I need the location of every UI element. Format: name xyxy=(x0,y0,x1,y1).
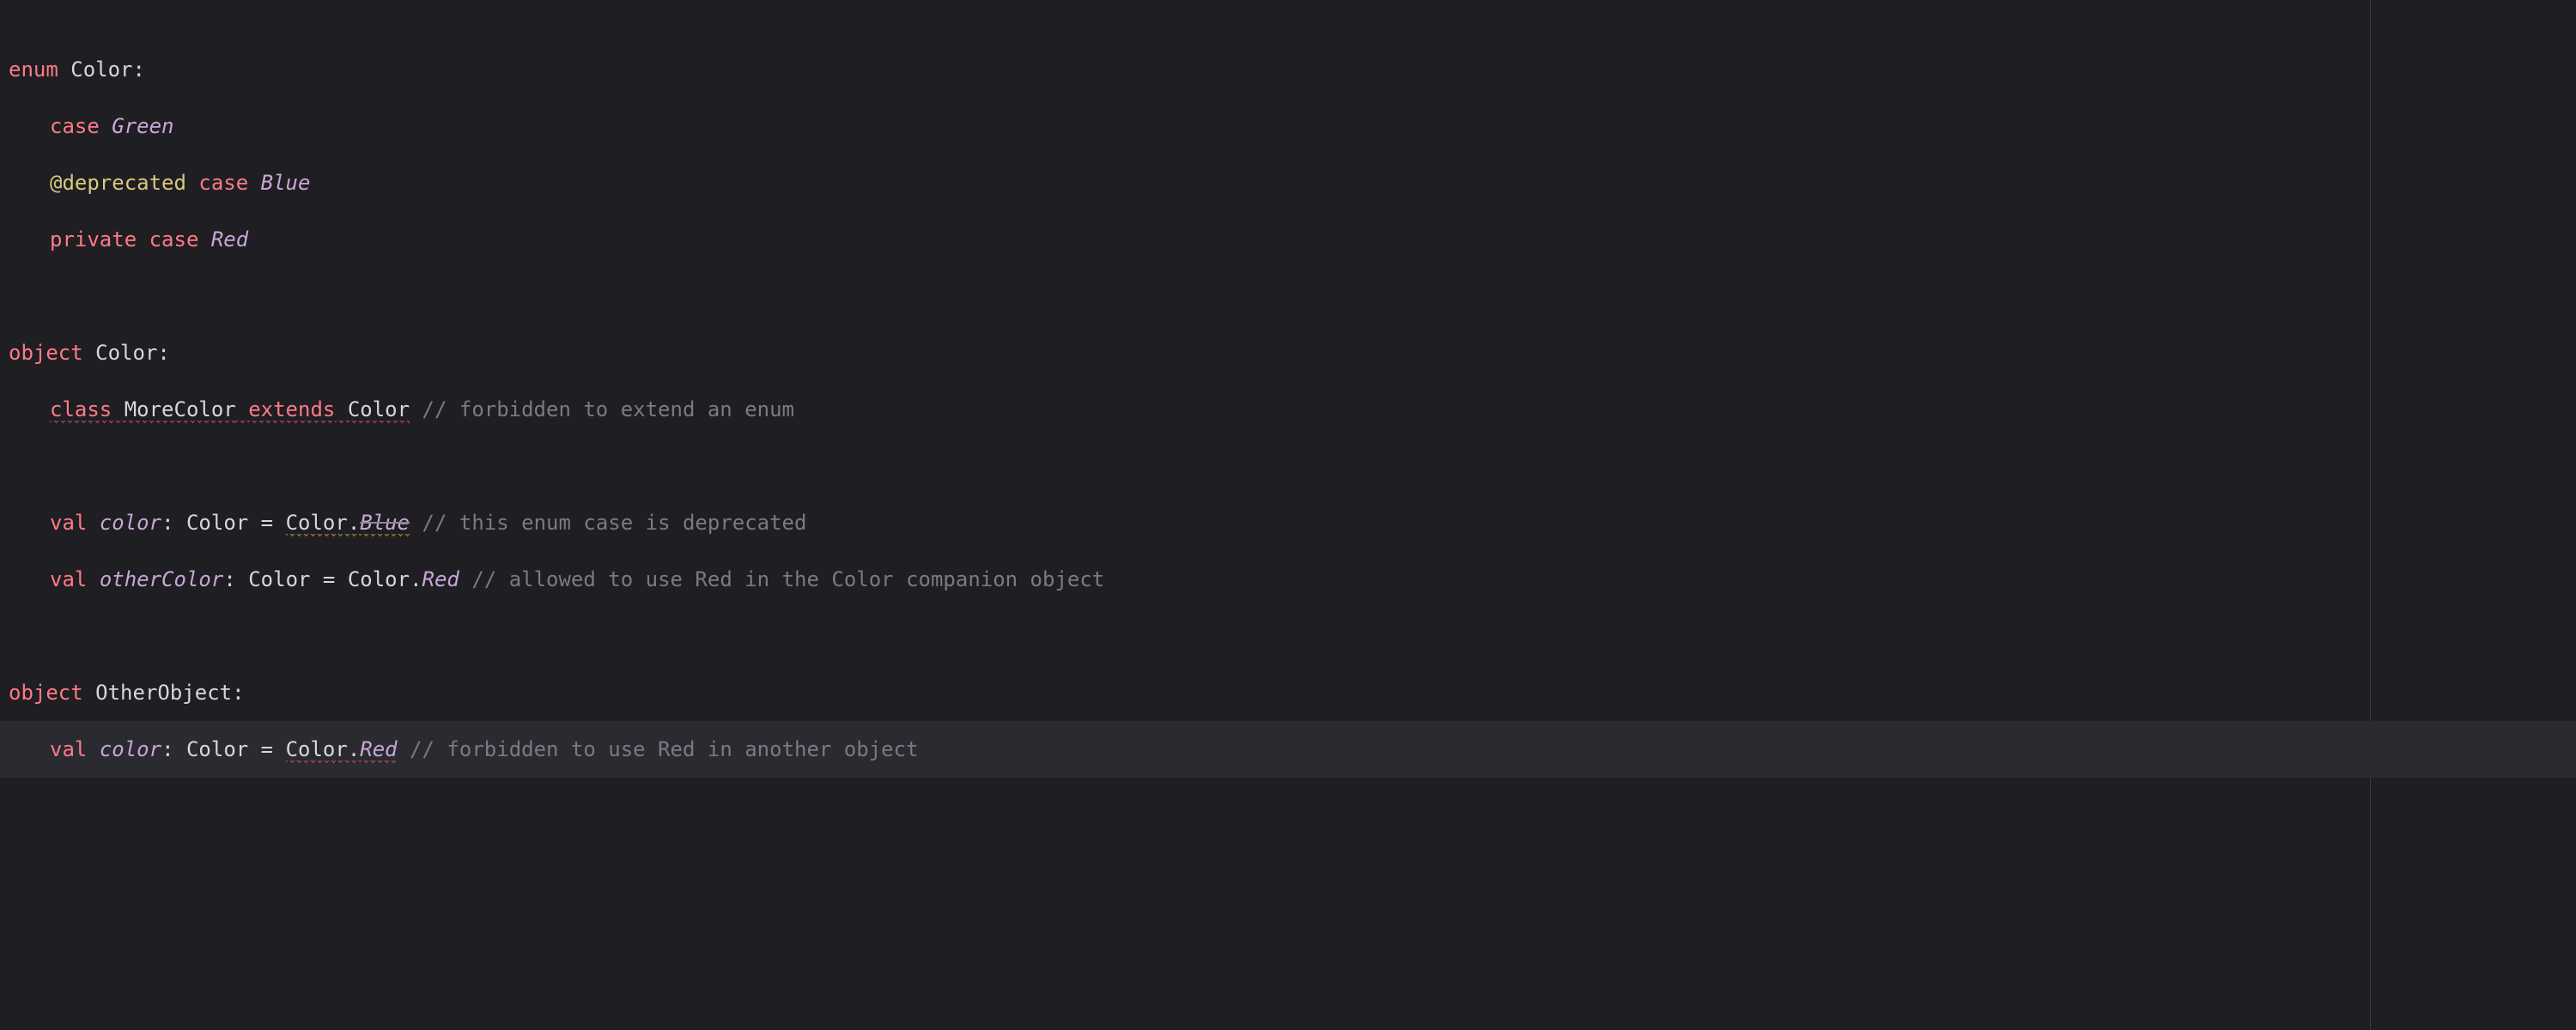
space xyxy=(87,567,99,591)
space xyxy=(87,511,99,535)
space xyxy=(248,737,260,761)
code-line-blank[interactable] xyxy=(0,608,2576,664)
space xyxy=(236,567,248,591)
space xyxy=(100,114,112,138)
enum-ref-error: Red xyxy=(360,737,397,764)
enum-case: Red xyxy=(211,227,248,251)
space xyxy=(273,511,285,535)
enum-ref-deprecated: Blue xyxy=(360,511,410,537)
enum-ref: Red xyxy=(422,567,459,591)
code-line[interactable]: val color: Color = Color.Blue // this en… xyxy=(0,494,2576,551)
colon: : xyxy=(157,341,169,365)
colon: : xyxy=(133,58,145,82)
space-error xyxy=(335,397,347,424)
val-name: otherColor xyxy=(100,567,224,591)
space xyxy=(459,567,471,591)
code-line-current[interactable]: val color: Color = Color.Red // forbidde… xyxy=(0,721,2576,778)
code-line[interactable]: @deprecated case Blue xyxy=(0,154,2576,211)
space xyxy=(398,737,410,761)
code-line[interactable]: case Green xyxy=(0,98,2576,154)
space xyxy=(198,227,210,251)
space xyxy=(137,227,149,251)
code-line-blank[interactable] xyxy=(0,438,2576,494)
type-ref: Color xyxy=(186,737,248,761)
code-line[interactable]: val otherColor: Color = Color.Red // all… xyxy=(0,551,2576,608)
keyword-private: private xyxy=(50,227,137,251)
colon: : xyxy=(223,567,235,591)
keyword-extends-error: extends xyxy=(248,397,335,424)
keyword-object: object xyxy=(9,341,83,365)
space xyxy=(310,567,322,591)
space xyxy=(174,511,186,535)
qualifier: Color xyxy=(348,567,410,591)
type-name: OtherObject xyxy=(95,681,232,705)
colon: : xyxy=(161,737,173,761)
dot-error: . xyxy=(348,737,360,764)
dot-warn: . xyxy=(348,511,360,537)
annotation-deprecated: @deprecated xyxy=(50,171,186,195)
keyword-val: val xyxy=(50,511,87,535)
space-error xyxy=(236,397,248,424)
code-line[interactable]: class MoreColor extends Color // forbidd… xyxy=(0,381,2576,438)
space xyxy=(335,567,347,591)
keyword-val: val xyxy=(50,737,87,761)
type-name: Color xyxy=(95,341,157,365)
space xyxy=(248,171,260,195)
colon: : xyxy=(161,511,173,535)
code-editor[interactable]: enum Color: case Green @deprecated case … xyxy=(0,0,2576,1030)
equals: = xyxy=(323,567,335,591)
code-line[interactable]: private case Red xyxy=(0,211,2576,268)
val-name: color xyxy=(100,737,161,761)
enum-case: Green xyxy=(112,114,173,138)
space xyxy=(410,397,422,421)
val-name: color xyxy=(100,511,161,535)
code-line[interactable]: object Color: xyxy=(0,324,2576,381)
colon: : xyxy=(232,681,244,705)
keyword-case: case xyxy=(50,114,100,138)
space xyxy=(174,737,186,761)
space xyxy=(83,681,95,705)
space xyxy=(83,341,95,365)
keyword-object: object xyxy=(9,681,83,705)
keyword-case: case xyxy=(149,227,199,251)
type-ref: Color xyxy=(186,511,248,535)
equals: = xyxy=(261,737,273,761)
qualifier-warn: Color xyxy=(286,511,348,537)
space-error xyxy=(112,397,124,424)
comment: // forbidden to use Red in another objec… xyxy=(410,737,918,761)
space xyxy=(410,511,422,535)
equals: = xyxy=(261,511,273,535)
code-line-blank[interactable] xyxy=(0,268,2576,324)
qualifier-error: Color xyxy=(286,737,348,764)
space xyxy=(186,171,198,195)
code-line[interactable]: enum Color: xyxy=(0,41,2576,98)
type-ref: Color xyxy=(248,567,310,591)
comment: // forbidden to extend an enum xyxy=(422,397,794,421)
type-name: Color xyxy=(70,58,132,82)
class-name-error: MoreColor xyxy=(125,397,236,424)
keyword-val: val xyxy=(50,567,87,591)
space xyxy=(273,737,285,761)
code-line[interactable]: object OtherObject: xyxy=(0,664,2576,721)
comment: // this enum case is deprecated xyxy=(422,511,807,535)
space xyxy=(87,737,99,761)
base-type-error: Color xyxy=(348,397,410,424)
enum-case: Blue xyxy=(261,171,311,195)
comment: // allowed to use Red in the Color compa… xyxy=(471,567,1104,591)
keyword-case: case xyxy=(198,171,248,195)
keyword-class-error: class xyxy=(50,397,112,424)
space xyxy=(248,511,260,535)
space xyxy=(58,58,70,82)
keyword-enum: enum xyxy=(9,58,58,82)
dot: . xyxy=(410,567,422,591)
